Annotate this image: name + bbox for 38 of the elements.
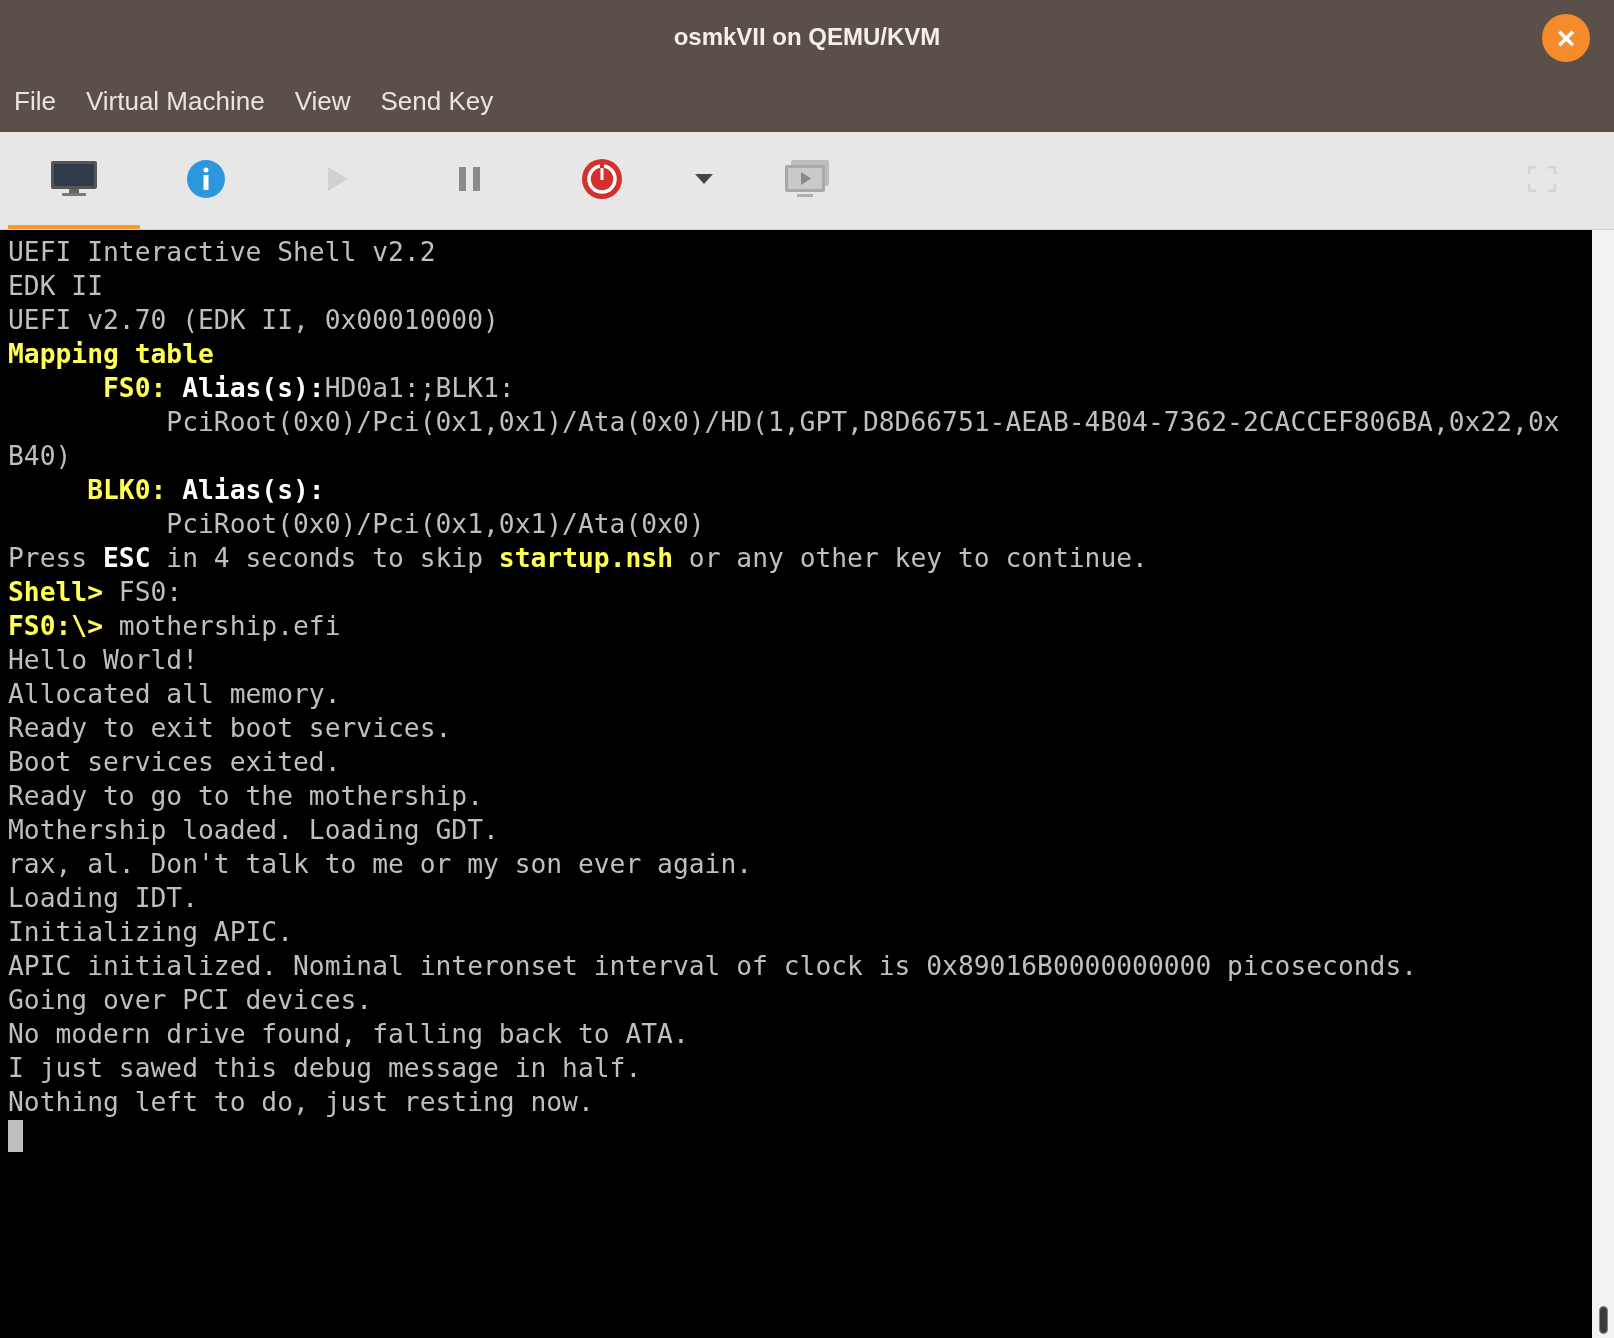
menu-item[interactable]: File <box>14 88 56 114</box>
terminal-line: Mothership loaded. Loading GDT. <box>8 814 500 847</box>
terminal-line: Allocated all memory. <box>8 678 342 711</box>
terminal-line: Ready to exit boot services. <box>8 712 453 745</box>
terminal-line: Nothing left to do, just resting now. <box>8 1086 595 1119</box>
power-icon <box>581 157 623 200</box>
terminal-line: Ready to go to the mothership. <box>8 780 484 813</box>
pause-icon <box>457 165 483 192</box>
menu-item[interactable]: View <box>294 88 351 114</box>
terminal-line: UEFI v2.70 (EDK II, 0x00010000) <box>8 304 500 337</box>
terminal-line: Shell> FS0: <box>8 576 184 609</box>
terminal-line: Hello World! <box>8 644 199 677</box>
terminal-line: Loading IDT. <box>8 882 199 915</box>
terminal-line: APIC initialized. Nominal interonset interval of clock is 0x89016B0000000000 picoseconds. <box>8 950 1419 983</box>
terminal-line: B40) <box>8 440 73 473</box>
terminal-line: No modern drive found, falling back to ATA. <box>8 1018 690 1051</box>
menu-item[interactable]: Virtual Machine <box>85 88 265 114</box>
terminal-line: BLK0: Alias(s): <box>86 474 326 507</box>
terminal-line: FS0: Alias(s):HD0a1:;BLK1: <box>102 372 516 405</box>
scrollbar-thumb[interactable] <box>1598 1306 1608 1334</box>
terminal-line: I just sawed this debug message in half. <box>8 1052 643 1085</box>
terminal-line: FS0:\> mothership.efi <box>8 610 342 643</box>
terminal-line: Press ESC in 4 seconds to skip startup.nsh or any other key to continue. <box>8 542 1149 575</box>
menu-item[interactable]: Send Key <box>380 88 494 114</box>
monitor-icon <box>49 158 99 199</box>
terminal-line: UEFI Interactive Shell v2.2 <box>8 236 437 269</box>
window-title: osmkVII on QEMU/KVM <box>673 22 941 52</box>
display-icon <box>783 158 831 199</box>
terminal-line: Boot services exited. <box>8 746 342 779</box>
terminal-line: Initializing APIC. <box>8 916 294 949</box>
terminal-line: PciRoot(0x0)/Pci(0x1,0x1)/Ata(0x0)/HD(1,GPT,D8D66751-AEAB-4B04-7362-2CACCEF806BA,0x22,0x <box>165 406 1561 439</box>
info-icon <box>186 158 226 199</box>
terminal-line: Mapping table <box>8 338 215 371</box>
terminal-line: Going over PCI devices. <box>8 984 374 1017</box>
caret-icon <box>694 172 714 185</box>
terminal-line: EDK II <box>8 270 104 303</box>
terminal-line: PciRoot(0x0)/Pci(0x1,0x1)/Ata(0x0) <box>165 508 706 541</box>
terminal-line: rax, al. Don't talk to me or my son ever again. <box>8 848 754 881</box>
